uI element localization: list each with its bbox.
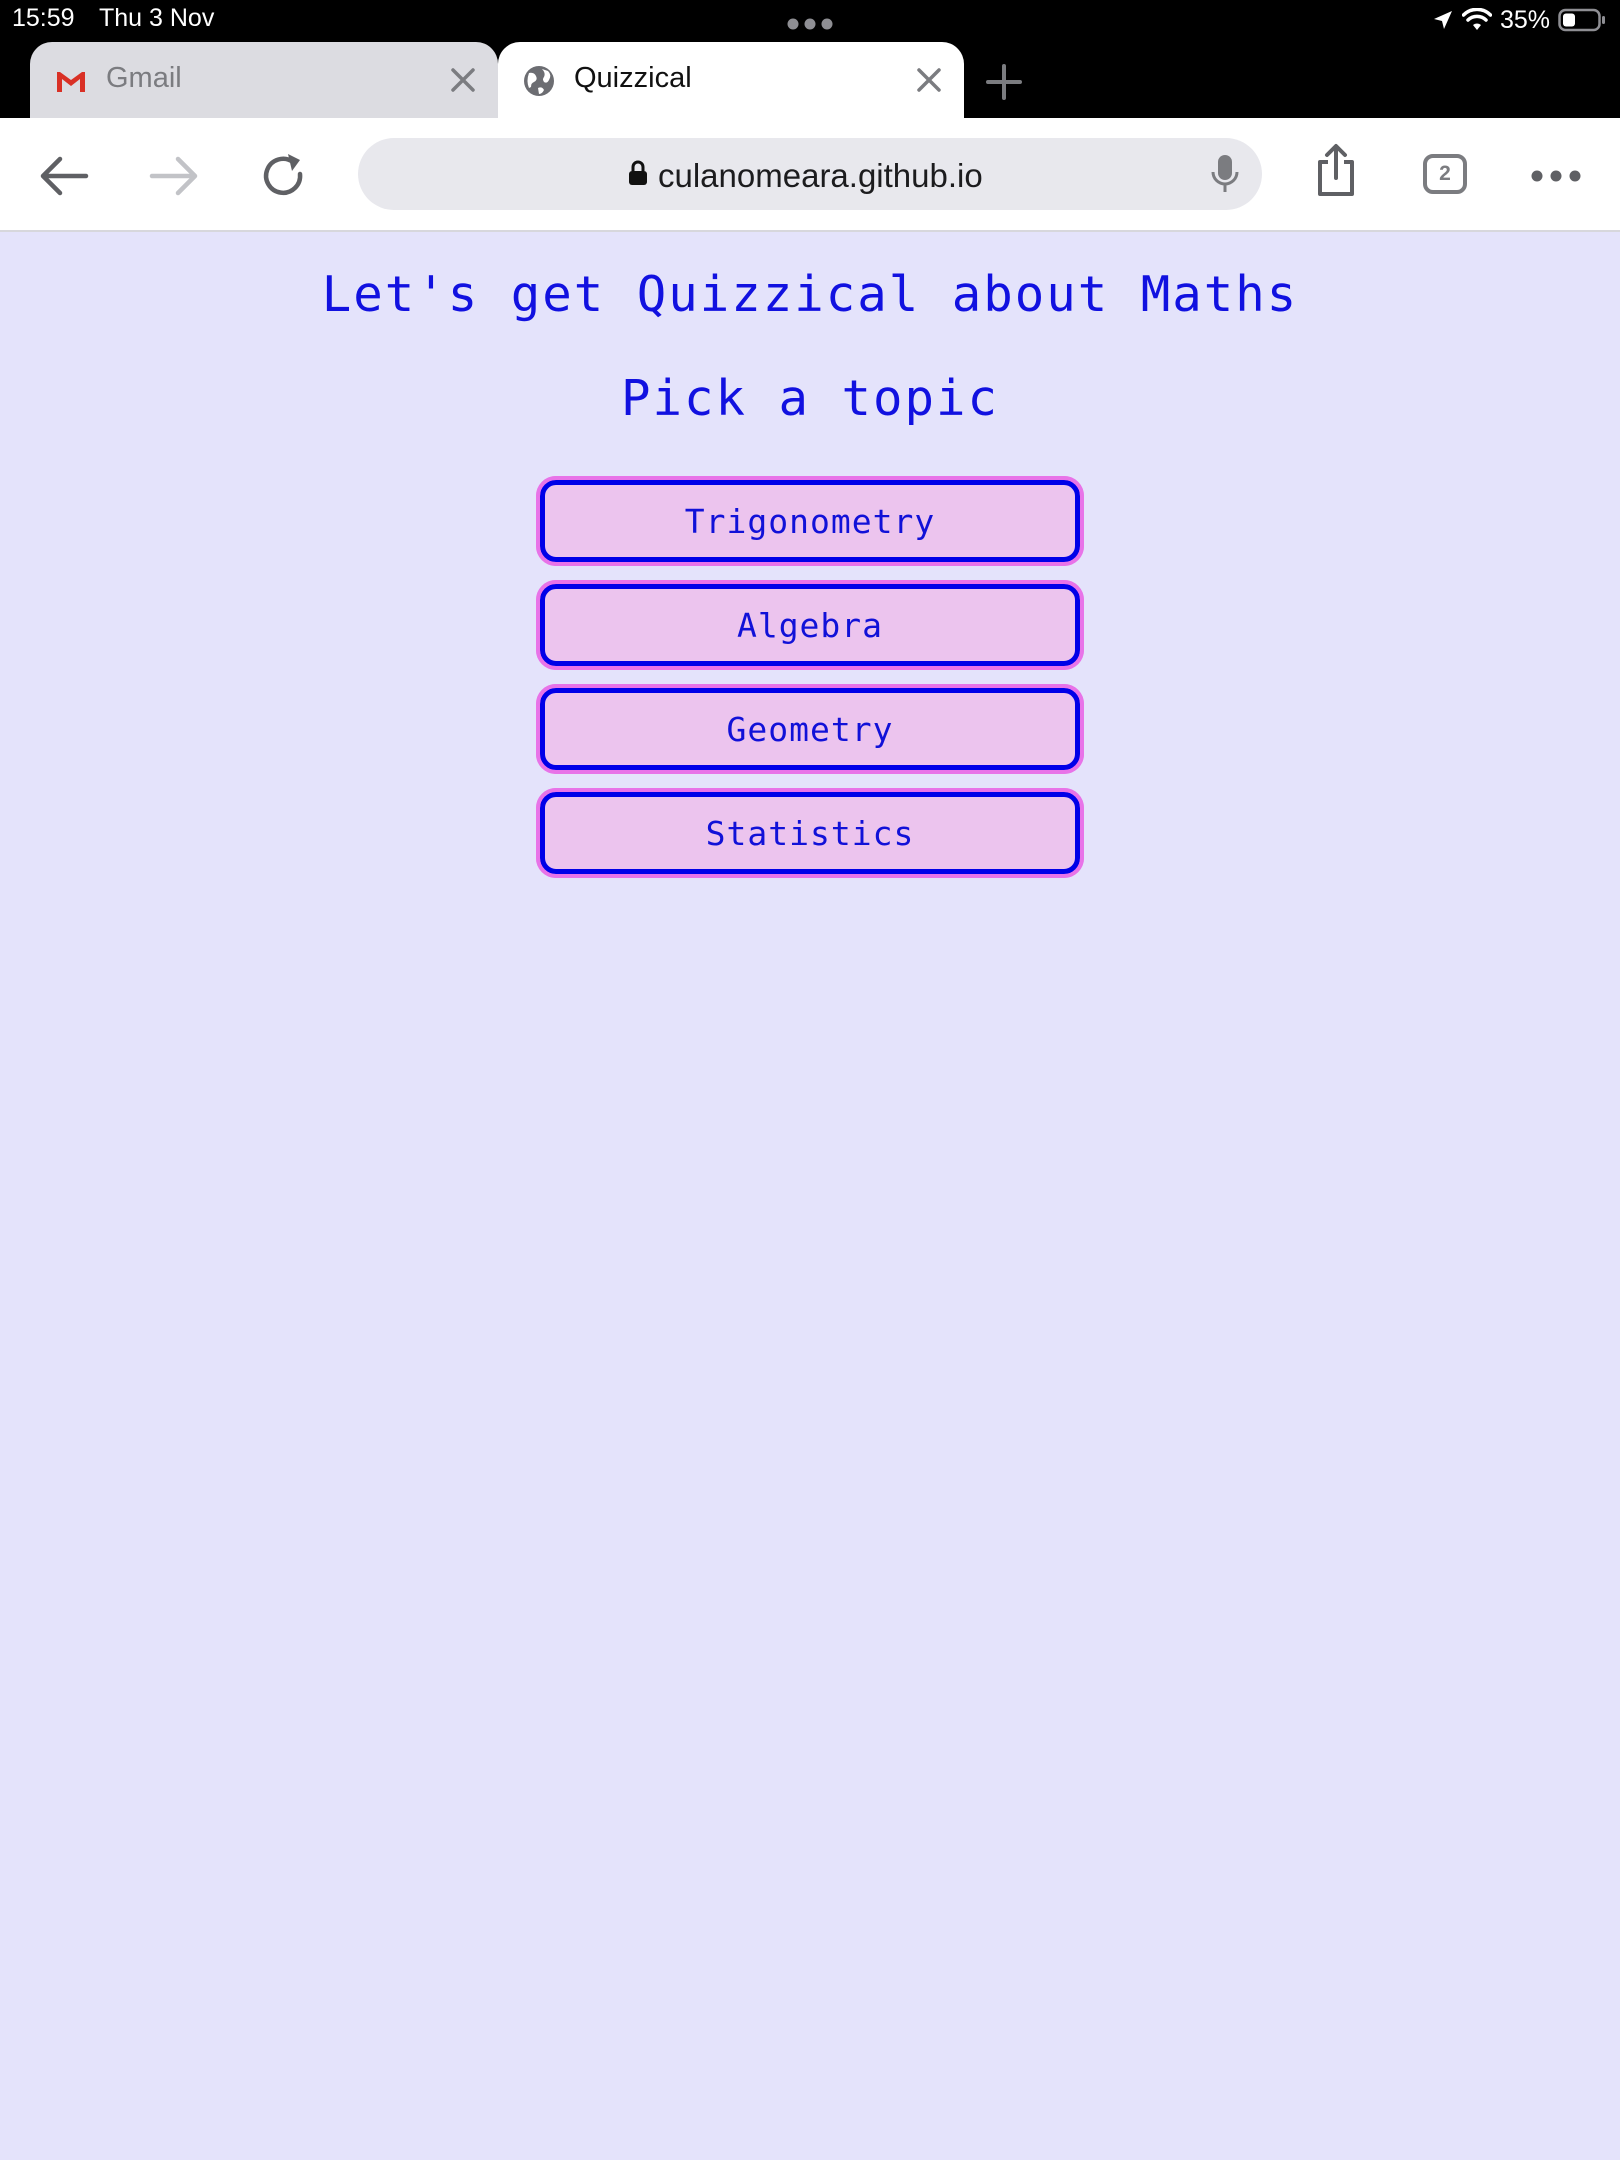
browser-chrome-top: 15:59 Thu 3 Nov 35% Gmail Quizzical (0, 0, 1620, 118)
close-icon[interactable] (914, 65, 944, 95)
page-content: Let's get Quizzical about Maths Pick a t… (0, 232, 1620, 2160)
wifi-icon (1461, 8, 1492, 30)
new-tab-icon[interactable] (984, 62, 1024, 102)
topic-button-geometry[interactable]: Geometry (536, 684, 1084, 774)
forward-arrow-icon[interactable] (146, 148, 202, 204)
tab-quizzical[interactable]: Quizzical (498, 42, 964, 118)
share-icon[interactable] (1308, 142, 1364, 198)
page-title: Let's get Quizzical about Maths (321, 266, 1299, 323)
close-icon[interactable] (448, 65, 478, 95)
microphone-icon[interactable] (1210, 154, 1240, 194)
lock-icon (629, 160, 647, 185)
battery-icon (1558, 8, 1605, 32)
topic-button-algebra[interactable]: Algebra (536, 580, 1084, 670)
status-date: Thu 3 Nov (99, 4, 215, 32)
status-time: 15:59 (12, 4, 75, 32)
browser-toolbar: culanomeara.github.io 2 (0, 118, 1620, 232)
tab-switcher-button[interactable]: 2 (1423, 154, 1467, 194)
battery-percent: 35% (1499, 5, 1550, 34)
gmail-icon (57, 72, 85, 92)
reload-icon[interactable] (256, 148, 312, 204)
topic-button-statistics[interactable]: Statistics (536, 788, 1084, 878)
topic-button-trigonometry[interactable]: Trigonometry (536, 476, 1084, 566)
back-arrow-icon[interactable] (36, 148, 92, 204)
tab-gmail[interactable]: Gmail (30, 42, 498, 118)
multitasking-dots-icon[interactable] (786, 17, 834, 31)
globe-icon (524, 66, 554, 96)
status-indicators: 35% (1432, 4, 1606, 36)
tab-title: Quizzical (574, 62, 692, 94)
topic-list: Trigonometry Algebra Geometry Statistics (536, 476, 1084, 896)
url-text: culanomeara.github.io (658, 157, 983, 194)
location-arrow-icon (1433, 11, 1452, 29)
more-menu-icon[interactable] (1528, 148, 1584, 204)
page-subtitle: Pick a topic (620, 370, 999, 427)
address-bar[interactable]: culanomeara.github.io (358, 138, 1262, 210)
tab-title: Gmail (106, 62, 182, 94)
